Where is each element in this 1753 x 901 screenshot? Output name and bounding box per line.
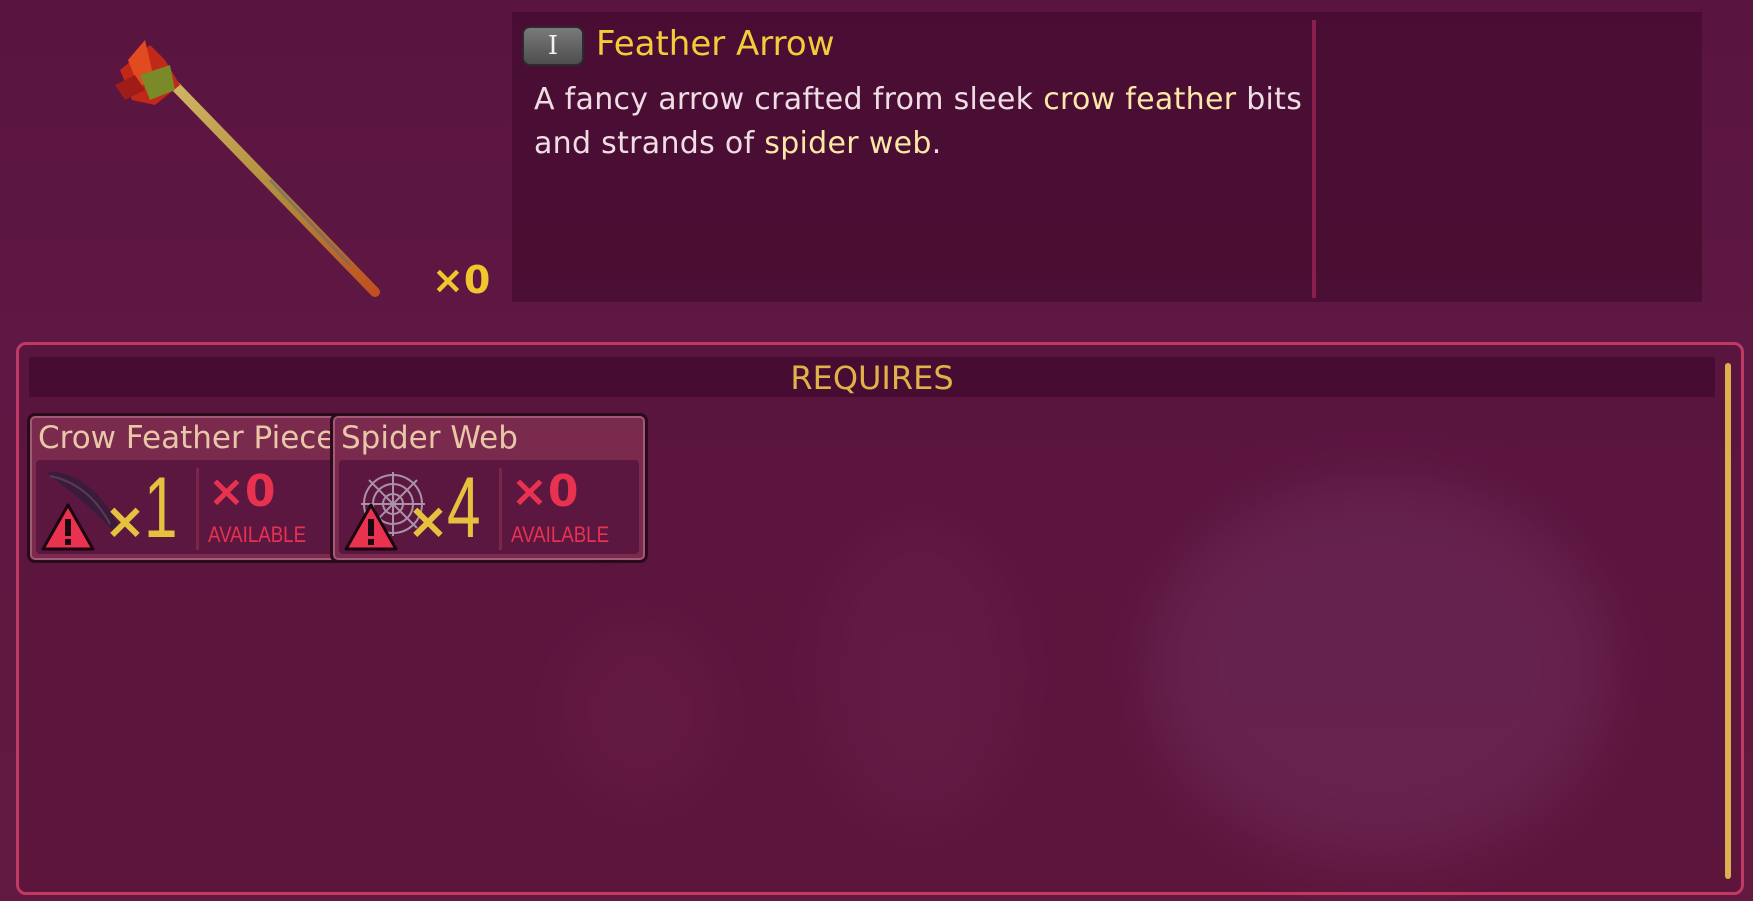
ingredient-card-crow-feather[interactable]: Crow Feather Piece × 1 ×0 AVAILABLE (27, 413, 345, 563)
divider (196, 468, 199, 550)
item-description: A fancy arrow crafted from sleek crow fe… (534, 78, 1304, 166)
available-label: AVAILABLE (511, 522, 610, 547)
divider (499, 468, 502, 550)
requires-title: REQUIRES (790, 359, 954, 397)
ingredient-card-spider-web[interactable]: Spider Web × 4 ×0 AVAILABLE (330, 413, 648, 563)
description-text: A fancy arrow crafted from sleek (534, 82, 1044, 117)
divider (1312, 20, 1316, 298)
description-highlight: crow feather (1043, 82, 1237, 117)
description-text: bits (1236, 82, 1303, 117)
feather-arrow-icon (110, 30, 400, 300)
times-symbol: × (407, 492, 449, 550)
item-title: Feather Arrow (596, 24, 835, 64)
ingredient-name: Spider Web (341, 420, 518, 456)
available-label: AVAILABLE (208, 522, 307, 547)
description-text: and strands of (534, 126, 765, 161)
ingredient-body: × 1 ×0 AVAILABLE (36, 460, 336, 556)
owned-count: ×0 (432, 258, 491, 302)
ingredient-body: × 4 ×0 AVAILABLE (339, 460, 639, 556)
scrollbar[interactable] (1725, 363, 1731, 879)
item-description-panel: I Feather Arrow A fancy arrow crafted fr… (512, 12, 1702, 302)
times-symbol: × (104, 492, 146, 550)
requires-header: REQUIRES (29, 357, 1715, 397)
tier-badge: I (522, 26, 584, 66)
required-quantity: 1 (144, 460, 178, 556)
requires-panel: REQUIRES Crow Feather Piece × 1 ×0 AVAIL… (16, 342, 1744, 895)
warning-icon (41, 503, 95, 551)
ingredient-name: Crow Feather Piece (38, 420, 336, 456)
available-count: ×0 (208, 466, 276, 517)
description-text: . (931, 126, 942, 161)
available-count: ×0 (511, 466, 579, 517)
required-quantity: 4 (447, 460, 481, 556)
warning-icon (344, 503, 398, 551)
description-highlight: spider web (764, 126, 932, 161)
